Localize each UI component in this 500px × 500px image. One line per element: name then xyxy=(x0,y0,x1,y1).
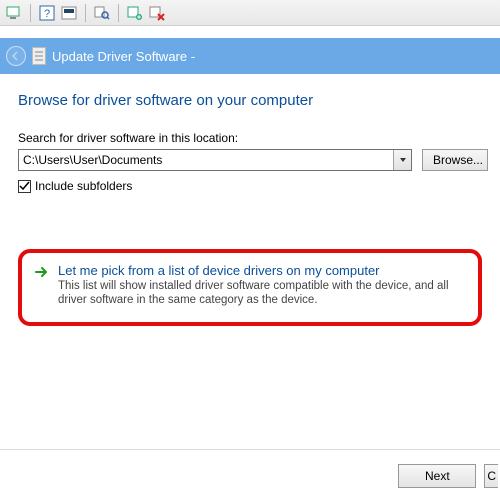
help-icon[interactable]: ? xyxy=(39,5,55,21)
browse-button[interactable]: Browse... xyxy=(422,149,488,171)
toolbar-separator xyxy=(30,4,31,22)
device-add-icon[interactable] xyxy=(127,5,143,21)
pick-from-list-option[interactable]: Let me pick from a list of device driver… xyxy=(34,263,466,308)
window-title-text: Update Driver Software - xyxy=(52,49,195,64)
back-button[interactable] xyxy=(6,46,26,66)
toolbar-separator xyxy=(85,4,86,22)
wizard-footer: Next C xyxy=(398,464,500,488)
pick-from-list-title: Let me pick from a list of device driver… xyxy=(58,263,466,278)
device-manager-toolbar: ? xyxy=(0,0,500,26)
device-remove-icon[interactable] xyxy=(149,5,165,21)
pick-from-list-desc: This list will show installed driver sof… xyxy=(58,279,466,308)
highlight-box: Let me pick from a list of device driver… xyxy=(18,249,482,326)
search-icon[interactable] xyxy=(94,5,110,21)
search-location-label: Search for driver software in this locat… xyxy=(18,131,482,145)
terminal-icon[interactable] xyxy=(61,5,77,21)
combobox-arrow-icon[interactable] xyxy=(393,150,411,170)
arrow-right-icon xyxy=(34,264,50,280)
window-titlebar: Update Driver Software - xyxy=(0,38,500,74)
footer-separator xyxy=(0,449,500,450)
path-combobox[interactable]: C:\Users\User\Documents xyxy=(18,149,412,171)
include-subfolders-label: Include subfolders xyxy=(35,179,132,193)
include-subfolders-checkbox[interactable] xyxy=(18,180,31,193)
cancel-button[interactable]: C xyxy=(484,464,498,488)
wizard-content: Browse for driver software on your compu… xyxy=(0,74,500,326)
next-button[interactable]: Next xyxy=(398,464,476,488)
monitor-icon[interactable] xyxy=(6,5,22,21)
device-icon xyxy=(32,47,46,65)
path-value: C:\Users\User\Documents xyxy=(23,153,162,167)
toolbar-separator xyxy=(118,4,119,22)
page-heading: Browse for driver software on your compu… xyxy=(18,92,482,109)
svg-text:?: ? xyxy=(44,8,50,20)
